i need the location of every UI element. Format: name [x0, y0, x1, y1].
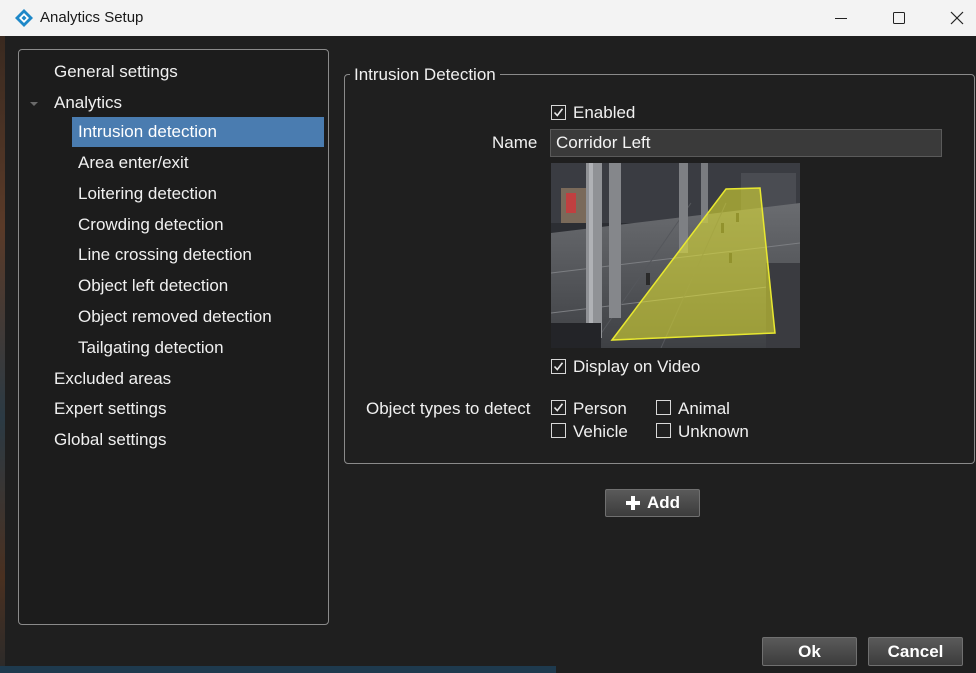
plus-icon: [625, 495, 641, 511]
taskbar-edge: [0, 666, 556, 673]
vehicle-checkbox[interactable]: [551, 423, 566, 438]
person-label: Person: [573, 399, 627, 418]
nav-item-object-left-detection[interactable]: Object left detection: [72, 271, 324, 301]
nav-item-excluded-areas[interactable]: Excluded areas: [48, 364, 318, 394]
animal-checkbox[interactable]: [656, 400, 671, 415]
animal-label: Animal: [678, 399, 730, 418]
group-title: Intrusion Detection: [350, 64, 500, 86]
nav-item-object-removed-detection[interactable]: Object removed detection: [72, 302, 324, 332]
unknown-label: Unknown: [678, 422, 749, 441]
display-on-video-checkbox[interactable]: [551, 359, 566, 374]
vehicle-label: Vehicle: [573, 422, 628, 441]
checkmark-icon: [553, 362, 564, 371]
add-button[interactable]: Add: [605, 489, 700, 517]
minimize-icon: [835, 18, 847, 19]
video-preview[interactable]: [551, 163, 800, 348]
maximize-button[interactable]: [870, 0, 928, 36]
close-button[interactable]: [928, 0, 976, 36]
name-input[interactable]: [550, 129, 942, 157]
nav-item-area-enter-exit[interactable]: Area enter/exit: [72, 148, 324, 178]
maximize-icon: [893, 12, 905, 24]
person-checkbox[interactable]: [551, 400, 566, 415]
nav-item-tailgating-detection[interactable]: Tailgating detection: [72, 333, 324, 363]
nav-item-global-settings[interactable]: Global settings: [48, 425, 318, 455]
navigation-tree: General settings Analytics Intrusion det…: [18, 49, 329, 625]
nav-item-loitering-detection[interactable]: Loitering detection: [72, 179, 324, 209]
add-label: Add: [646, 493, 681, 512]
nav-item-intrusion-detection[interactable]: Intrusion detection: [72, 117, 324, 147]
cancel-button[interactable]: Cancel: [868, 637, 963, 666]
object-types-label: Object types to detect: [366, 399, 531, 418]
checkmark-icon: [553, 403, 564, 412]
enabled-checkbox[interactable]: [551, 105, 566, 120]
app-logo-icon: [14, 8, 34, 28]
checkmark-icon: [553, 108, 564, 117]
name-label: Name: [492, 133, 538, 152]
enabled-label: Enabled: [573, 103, 636, 122]
desktop-edge: [0, 36, 5, 673]
nav-item-analytics[interactable]: Analytics: [48, 88, 318, 118]
unknown-checkbox[interactable]: [656, 423, 671, 438]
title-bar: Analytics Setup: [0, 0, 976, 36]
nav-item-expert-settings[interactable]: Expert settings: [48, 394, 318, 424]
display-on-video-label: Display on Video: [573, 357, 701, 376]
minimize-button[interactable]: [812, 0, 870, 36]
nav-item-general-settings[interactable]: General settings: [48, 57, 318, 87]
nav-item-line-crossing-detection[interactable]: Line crossing detection: [72, 240, 324, 270]
window-title: Analytics Setup: [40, 9, 144, 26]
close-icon: [950, 11, 964, 25]
expand-arrow-icon[interactable]: [28, 99, 40, 109]
ok-button[interactable]: Ok: [762, 637, 857, 666]
nav-item-crowding-detection[interactable]: Crowding detection: [72, 210, 324, 240]
